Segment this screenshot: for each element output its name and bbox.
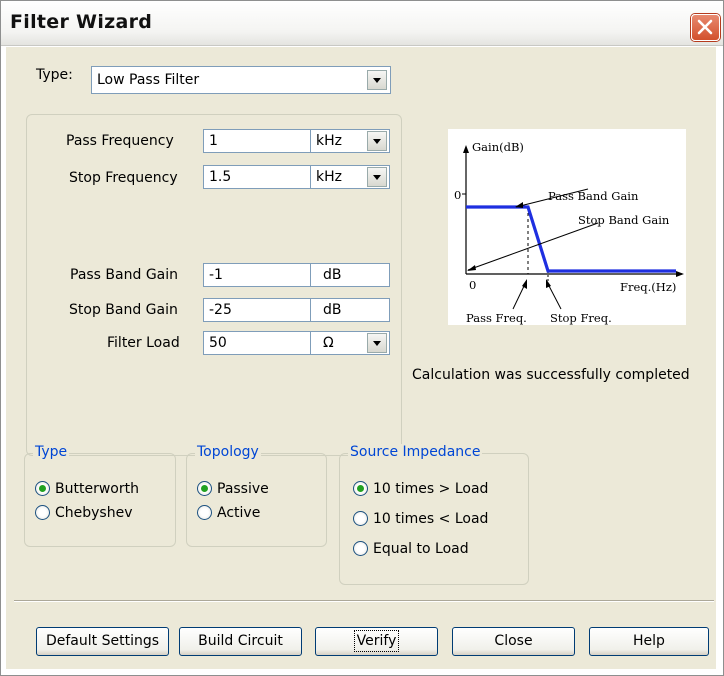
y-axis-label: Gain(dB) [472, 140, 524, 154]
radio-unselected-icon [35, 505, 50, 520]
chevron-down-icon[interactable] [367, 167, 387, 187]
response-curve-svg: Gain(dB) 0 Pass Band Gain Stop Band Gain… [454, 140, 684, 325]
source-impedance-group: Source Impedance 10 times > Load 10 time… [339, 444, 529, 585]
stop-band-gain-annotation: Stop Band Gain [578, 213, 670, 227]
radio-selected-icon [197, 481, 212, 496]
type-label: Type: [36, 67, 73, 83]
stop-frequency-input[interactable]: 1.5 [203, 165, 311, 189]
pass-frequency-unit-select[interactable]: kHz [310, 129, 390, 153]
radio-unselected-icon [353, 511, 368, 526]
stop-frequency-unit: kHz [316, 169, 342, 185]
filter-type-select[interactable]: Low Pass Filter [91, 66, 391, 94]
radio-butterworth[interactable]: Butterworth [35, 480, 139, 498]
radio-unselected-icon [197, 505, 212, 520]
radio-label: Active [217, 505, 261, 521]
filter-type-value: Low Pass Filter [97, 72, 200, 88]
pass-band-gain-label: Pass Band Gain [70, 267, 179, 283]
radio-label: Passive [217, 481, 269, 497]
chevron-down-icon[interactable] [367, 131, 387, 151]
verify-button[interactable]: Verify [315, 627, 438, 656]
radio-label: 10 times < Load [373, 511, 489, 527]
stop-band-gain-label: Stop Band Gain [69, 302, 178, 318]
chevron-down-icon[interactable] [367, 333, 387, 353]
stop-band-gain-input[interactable]: -25 [203, 298, 311, 322]
radio-label: Equal to Load [373, 541, 469, 557]
stop-frequency-unit-select[interactable]: kHz [310, 165, 390, 189]
type-group: Type Butterworth Chebyshev [24, 444, 176, 547]
radio-active[interactable]: Active [197, 504, 260, 522]
title-bar[interactable]: Filter Wizard [1, 1, 723, 46]
close-icon [697, 19, 713, 35]
status-message: Calculation was successfully completed [412, 367, 690, 383]
separator [14, 600, 714, 602]
radio-equal-to-load[interactable]: Equal to Load [353, 540, 469, 558]
pass-frequency-unit: kHz [316, 133, 342, 149]
filter-wizard-window: Filter Wizard Type: Low Pass Filter Pass… [0, 0, 724, 676]
radio-10-times-less[interactable]: 10 times < Load [353, 510, 488, 528]
topology-group-legend: Topology [195, 444, 261, 460]
chevron-down-icon[interactable] [367, 70, 387, 90]
radio-passive[interactable]: Passive [197, 480, 269, 498]
pass-freq-annotation: Pass Freq. [466, 311, 527, 325]
filter-response-diagram: Gain(dB) 0 Pass Band Gain Stop Band Gain… [448, 129, 686, 325]
pass-band-gain-annotation: Pass Band Gain [548, 189, 639, 203]
filter-load-unit-select[interactable]: Ω [310, 331, 390, 355]
zero-y-label: 0 [454, 188, 461, 202]
filter-load-label: Filter Load [107, 335, 180, 351]
stop-frequency-label: Stop Frequency [69, 170, 178, 186]
close-window-button[interactable] [691, 14, 720, 41]
radio-10-times-greater[interactable]: 10 times > Load [353, 480, 488, 498]
topology-group: Topology Passive Active [186, 444, 327, 547]
pass-frequency-input[interactable]: 1 [203, 129, 311, 153]
dialog-body: Type: Low Pass Filter Pass Frequency 1 k… [6, 47, 716, 669]
verify-button-label: Verify [353, 630, 400, 652]
pass-band-gain-input[interactable]: -1 [203, 263, 311, 287]
stop-band-gain-unit: dB [310, 298, 390, 322]
filter-load-input[interactable]: 50 [203, 331, 311, 355]
help-button[interactable]: Help [589, 627, 709, 656]
filter-load-unit: Ω [323, 335, 334, 351]
source-impedance-group-legend: Source Impedance [348, 444, 483, 460]
build-circuit-button[interactable]: Build Circuit [179, 627, 302, 656]
type-group-legend: Type [33, 444, 70, 460]
window-title: Filter Wizard [10, 11, 153, 33]
pass-band-gain-unit: dB [310, 263, 390, 287]
radio-unselected-icon [353, 541, 368, 556]
radio-chebyshev[interactable]: Chebyshev [35, 504, 133, 522]
radio-label: Butterworth [55, 481, 139, 497]
x-axis-label: Freq.(Hz) [620, 280, 676, 294]
radio-selected-icon [353, 481, 368, 496]
zero-x-label: 0 [469, 278, 476, 292]
default-settings-button[interactable]: Default Settings [36, 627, 169, 656]
stop-freq-annotation: Stop Freq. [550, 311, 612, 325]
pass-frequency-label: Pass Frequency [66, 133, 174, 149]
radio-label: 10 times > Load [373, 481, 489, 497]
radio-label: Chebyshev [55, 505, 133, 521]
close-button[interactable]: Close [452, 627, 575, 656]
radio-selected-icon [35, 481, 50, 496]
